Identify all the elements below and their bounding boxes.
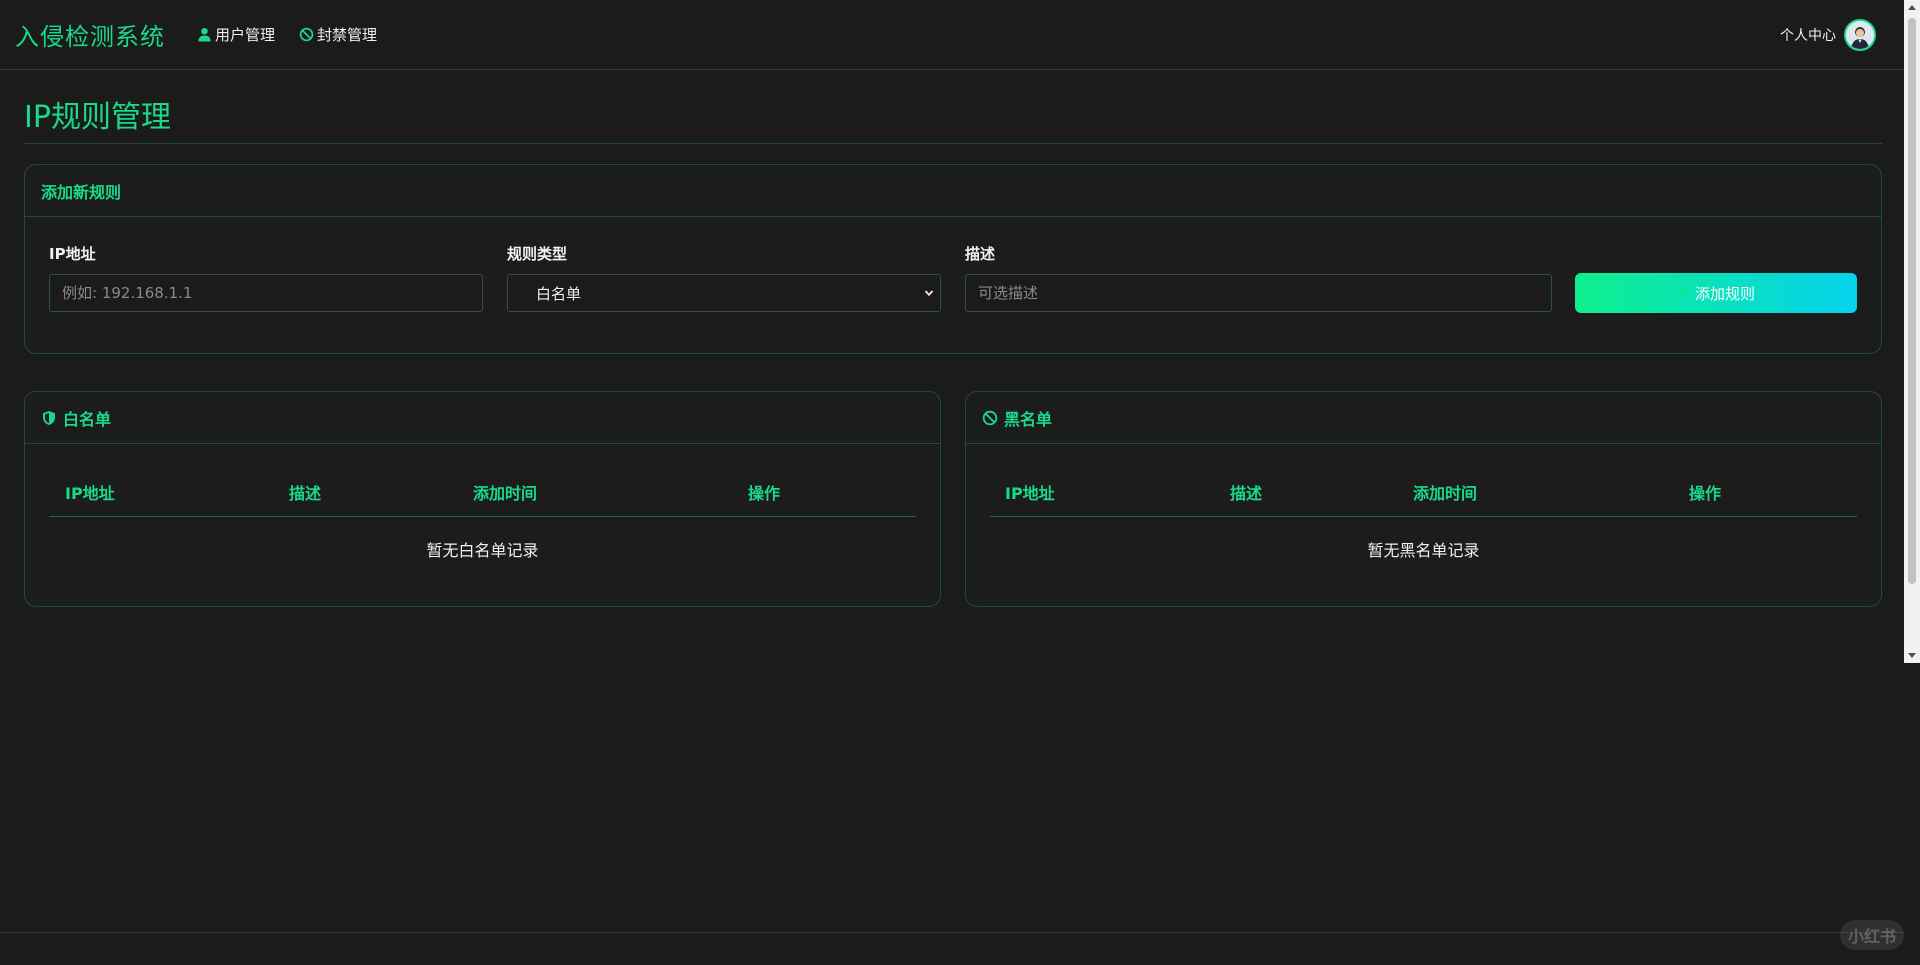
add-rule-button-label: 添加规则 [1694, 284, 1755, 303]
chevron-down-icon [924, 290, 934, 297]
column-header-added-time[interactable]: 添加时间 [473, 480, 537, 504]
type-form-group: 规则类型 白名单 [507, 243, 941, 312]
ip-input[interactable] [49, 274, 483, 312]
scroll-down-arrow-icon[interactable] [1908, 653, 1916, 658]
ip-label: IP地址 [49, 245, 96, 263]
column-header-actions[interactable]: 操作 [1689, 480, 1721, 504]
vertical-scrollbar[interactable] [1904, 0, 1920, 663]
user-center-label[interactable]: 个人中心 [1780, 25, 1836, 45]
ban-icon [299, 27, 314, 42]
ip-form-group: IP地址 [49, 243, 483, 312]
nav-link-label: 用户管理 [215, 26, 276, 44]
column-header-description[interactable]: 描述 [289, 480, 321, 504]
column-header-actions[interactable]: 操作 [748, 480, 780, 504]
plus-icon [1677, 288, 1688, 298]
nav-link-label: 封禁管理 [317, 26, 378, 44]
footer-divider [0, 932, 1904, 933]
add-rule-card: 添加新规则 IP地址 规则类型 白名单 描述 添加规则 [24, 164, 1882, 354]
whitelist-card-header: 白名单 [25, 392, 940, 444]
add-rule-button[interactable]: 添加规则 [1575, 273, 1857, 313]
nav-link-user-management[interactable]: 用户管理 [197, 24, 275, 45]
blacklist-card: 黑名单 IP地址 描述 添加时间 操作 暂无黑名单记录 [965, 391, 1882, 607]
whitelist-card-title: 白名单 [63, 409, 112, 429]
column-header-added-time[interactable]: 添加时间 [1413, 480, 1477, 504]
blacklist-card-header: 黑名单 [966, 392, 1881, 444]
rule-type-select[interactable]: 白名单 [507, 274, 941, 312]
user-menu[interactable]: 个人中心 [1780, 0, 1876, 70]
title-divider [24, 143, 1882, 144]
blacklist-table-header: IP地址 描述 添加时间 操作 [990, 460, 1857, 517]
scroll-up-arrow-icon[interactable] [1908, 5, 1916, 10]
add-rule-card-header: 添加新规则 [25, 165, 1881, 217]
description-label: 描述 [965, 245, 996, 263]
avatar[interactable] [1844, 19, 1876, 51]
whitelist-table: IP地址 描述 添加时间 操作 暂无白名单记录 [49, 460, 916, 561]
blacklist-card-title: 黑名单 [1004, 409, 1053, 429]
column-header-ip[interactable]: IP地址 [65, 480, 115, 504]
whitelist-table-header: IP地址 描述 添加时间 操作 [49, 460, 916, 517]
whitelist-empty-message: 暂无白名单记录 [426, 541, 539, 560]
whitelist-card: 白名单 IP地址 描述 添加时间 操作 暂无白名单记录 [24, 391, 941, 607]
user-icon [198, 27, 211, 42]
blacklist-table: IP地址 描述 添加时间 操作 暂无黑名单记录 [990, 460, 1857, 561]
top-navbar: 入侵检测系统 用户管理 封禁管理 个人中心 [0, 0, 1904, 70]
rule-type-label: 规则类型 [507, 245, 568, 263]
nav-link-ban-management[interactable]: 封禁管理 [299, 24, 377, 45]
rule-type-selected-value: 白名单 [536, 284, 582, 303]
watermark-logo: 小红书 [1840, 920, 1904, 950]
ban-icon [982, 410, 998, 425]
page-title: IP规则管理 [24, 100, 171, 135]
blacklist-empty-message: 暂无黑名单记录 [1367, 541, 1480, 560]
desc-form-group: 描述 [965, 243, 1552, 312]
shield-icon [43, 410, 55, 425]
add-rule-card-title: 添加新规则 [41, 182, 122, 202]
avatar-person-icon [1846, 21, 1874, 49]
column-header-description[interactable]: 描述 [1230, 480, 1262, 504]
brand-logo[interactable]: 入侵检测系统 [15, 17, 165, 52]
column-header-ip[interactable]: IP地址 [1005, 480, 1055, 504]
scrollbar-thumb[interactable] [1908, 18, 1916, 584]
app-root: 入侵检测系统 用户管理 封禁管理 个人中心 IP规则管理 添加新规则 IP地址 … [0, 0, 1920, 965]
description-input[interactable] [965, 274, 1552, 312]
